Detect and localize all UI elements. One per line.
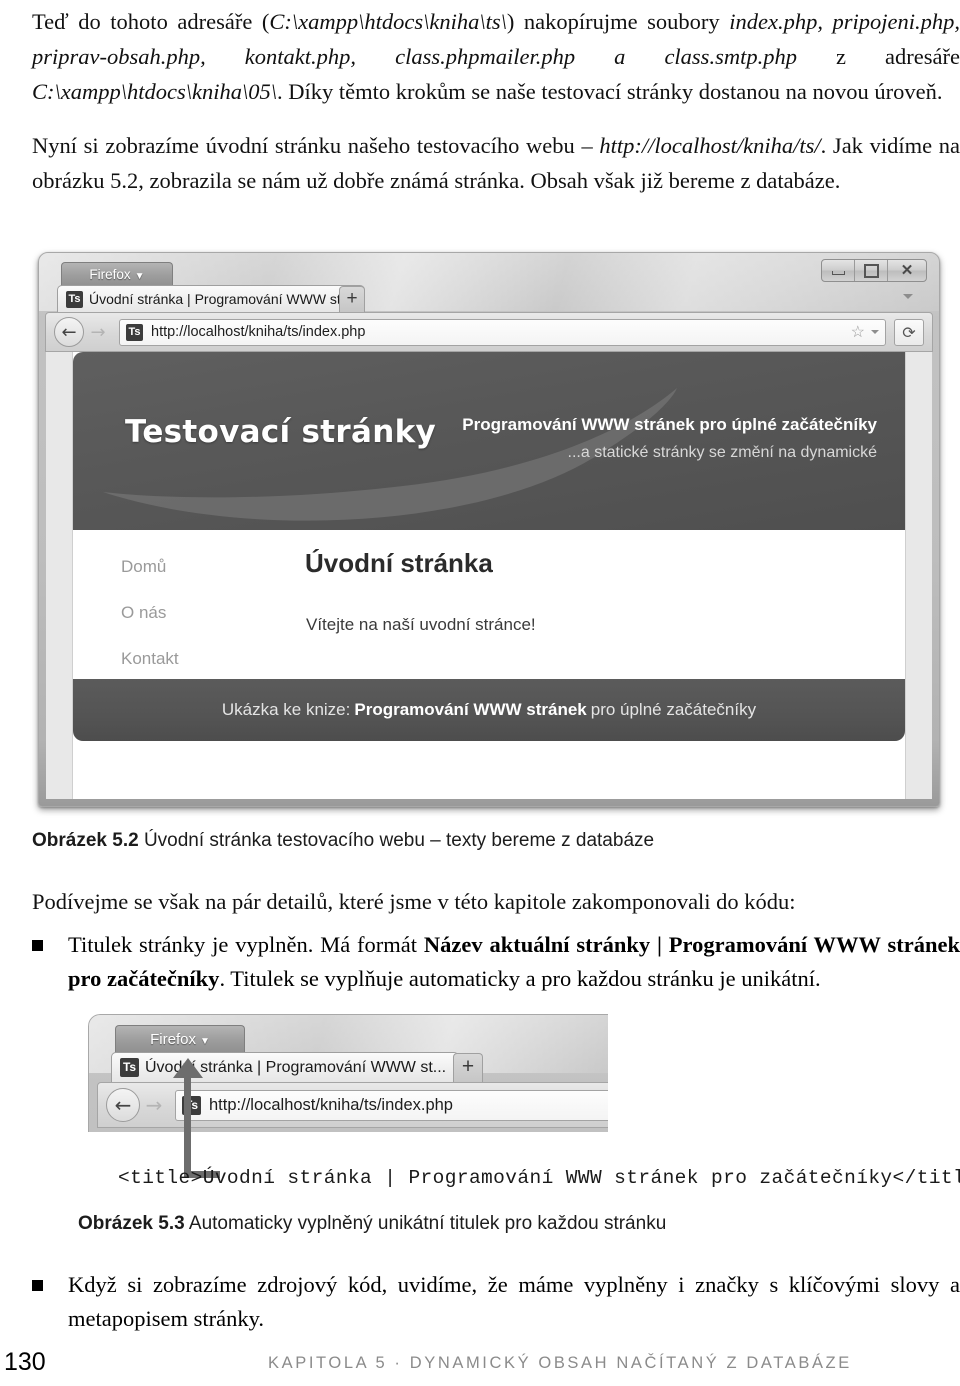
reload-button[interactable]: ⟳	[894, 318, 924, 346]
new-tab-button[interactable]: +	[453, 1053, 483, 1082]
address-bar-url: http://localhost/kniha/ts/index.php	[209, 1095, 453, 1114]
bullet-square-icon	[32, 1280, 43, 1291]
back-button[interactable]: ←	[54, 317, 84, 347]
browser-window-cropped: Firefox ▼ Ts Úvodní stránka | Programován…	[88, 1014, 608, 1132]
browser-viewport: Testovací stránky Programování WWW strán…	[46, 352, 932, 799]
paragraph-intro: Teď do tohoto adresáře (C:\xampp\htdocs\…	[32, 4, 960, 109]
reload-icon: ⟳	[902, 322, 916, 342]
firefox-app-menu-button[interactable]: Firefox ▼	[61, 262, 173, 287]
para1-text-c: z adresáře	[796, 44, 960, 69]
address-bar-url: http://localhost/kniha/ts/index.php	[151, 324, 366, 340]
site-navigation: Domů O nás Kontakt	[121, 557, 179, 669]
plus-icon: +	[346, 288, 358, 309]
browser-tab[interactable]: Ts Úvodní stránka | Programování WWW st.…	[111, 1052, 460, 1082]
site-tagline-primary: Programování WWW stránek pro úplné začát…	[462, 415, 877, 434]
browser-tab[interactable]: Ts Úvodní stránka | Programování WWW st.…	[57, 285, 366, 312]
footer-text-bold: Programování WWW stránek	[354, 700, 587, 719]
figure-5-2-caption-label: Obrázek 5.2	[32, 830, 139, 851]
site-title: Testovací stránky	[125, 414, 437, 450]
list-item: Titulek stránky je vyplněn. Má formát Ná…	[32, 928, 960, 996]
plus-icon: +	[461, 1055, 475, 1078]
new-tab-button[interactable]: +	[339, 286, 365, 312]
navigation-toolbar: ← → Ts http://localhost/kniha/ts/index.p…	[97, 1082, 608, 1128]
tab-list-chevron-icon[interactable]	[903, 294, 913, 299]
para1-text-d: . Díky těmto krokům se naše testovací st…	[276, 79, 943, 104]
bullet-2-text: Když si zobrazíme zdrojový kód, uvidíme,…	[68, 1272, 960, 1331]
para3-text: Podívejme se však na pár detailů, které …	[32, 889, 796, 914]
figure-5-3-caption-label: Obrázek 5.3	[78, 1213, 185, 1234]
para2-url: http://localhost/kniha/ts/	[599, 133, 821, 158]
content-heading: Úvodní stránka	[305, 548, 493, 578]
maximize-icon	[863, 263, 879, 278]
minimize-button[interactable]	[822, 260, 855, 281]
favicon-icon: Ts	[66, 290, 83, 308]
figure-5-2-caption-text: Úvodní stránka testovacího webu – texty …	[143, 830, 655, 851]
arrow-left-icon: ←	[61, 321, 77, 343]
callout-arrow-head-icon	[173, 1058, 203, 1078]
para1-text-b: ) nakopírujme soubory	[506, 9, 730, 34]
arrow-right-icon: →	[90, 321, 106, 343]
forward-button[interactable]: →	[85, 317, 111, 347]
bullet-1-text-a: Titulek stránky je vyplněn. Má formát	[68, 932, 424, 957]
firefox-app-menu-label: Firefox	[89, 267, 131, 282]
figure-5-3-caption-text: Automaticky vyplněný unikátní titulek pr…	[188, 1213, 667, 1234]
nav-item-contact[interactable]: Kontakt	[121, 649, 179, 669]
page-number: 130	[4, 1348, 46, 1376]
close-icon: ✕	[900, 262, 914, 279]
running-head: KAPITOLA 5 · DYNAMICKÝ OBSAH NAČÍTANÝ Z …	[268, 1354, 852, 1372]
site-footer: Ukázka ke knize: Programování WWW stráne…	[73, 679, 905, 741]
bookmark-star-icon[interactable]: ☆	[851, 322, 865, 342]
address-bar[interactable]: Ts http://localhost/kniha/ts/index.php ☆	[119, 318, 886, 346]
forward-button[interactable]: →	[141, 1090, 167, 1120]
minimize-icon	[831, 271, 845, 275]
address-bar[interactable]: Ts http://localhost/kniha/ts/index.php	[175, 1089, 608, 1121]
document-page: Teď do tohoto adresáře (C:\xampp\htdocs\…	[0, 0, 960, 1386]
navigation-toolbar: ← → Ts http://localhost/kniha/ts/index.p…	[45, 312, 933, 352]
browser-window-frame: Firefox ▼ Ts Úvodní stránka | Programován…	[88, 1014, 608, 1132]
paragraph-details-intro: Podívejme se však na pár detailů, které …	[32, 884, 960, 919]
browser-window: Firefox ▼ ✕ Ts Úvodní stránka | Programov…	[38, 252, 940, 807]
maximize-button[interactable]	[855, 260, 888, 281]
window-controls: ✕	[821, 259, 927, 282]
chevron-down-icon: ▼	[199, 1036, 210, 1047]
paragraph-preview: Nyní si zobrazíme úvodní stránku našeho …	[32, 128, 960, 198]
favicon-icon: Ts	[120, 1058, 139, 1077]
figure-5-2: Firefox ▼ ✕ Ts Úvodní stránka | Programov…	[38, 252, 940, 807]
footer-text-post: pro úplné začátečníky	[590, 700, 757, 719]
callout-arrow-stem	[184, 1078, 191, 1178]
para1-text-a: Teď do tohoto adresáře (	[32, 9, 270, 34]
site-banner: Testovací stránky Programování WWW strán…	[73, 352, 905, 530]
nav-item-about[interactable]: O nás	[121, 603, 179, 623]
browser-tab-title: Úvodní stránka | Programování WWW st...	[89, 291, 353, 307]
site-tagline-secondary: ...a statické stránky se změní na dynami…	[567, 444, 877, 461]
bullet-1-text-b: . Titulek se vyplňuje automaticky a pro …	[219, 966, 821, 991]
chevron-down-icon: ▼	[134, 271, 145, 282]
para2-text-a: Nyní si zobrazíme úvodní stránku našeho …	[32, 133, 600, 158]
footer-text-pre: Ukázka ke knize:	[221, 700, 351, 719]
para1-path-source: C:\xampp\htdocs\kniha\ts\	[269, 9, 507, 34]
arrow-right-icon: →	[145, 1093, 163, 1117]
list-item: Když si zobrazíme zdrojový kód, uvidíme,…	[32, 1268, 960, 1336]
back-button[interactable]: ←	[106, 1088, 140, 1122]
firefox-app-menu-button[interactable]: Firefox ▼	[115, 1025, 245, 1053]
bookmark-chevron-down-icon[interactable]	[871, 330, 879, 334]
bullet-1-text: Titulek stránky je vyplněn. Má formát Ná…	[68, 928, 960, 996]
figure-5-3-caption: Obrázek 5.3 Automaticky vyplněný unikátn…	[78, 1213, 666, 1235]
website-container: Testovací stránky Programování WWW strán…	[72, 352, 906, 799]
bullet-square-icon	[32, 940, 43, 951]
arrow-left-icon: ←	[114, 1093, 132, 1117]
site-identity-icon: Ts	[126, 323, 143, 341]
nav-item-home[interactable]: Domů	[121, 557, 179, 577]
firefox-app-menu-label: Firefox	[150, 1031, 196, 1048]
code-snippet-title-tag: <title>Úvodní stránka | Programování WWW…	[118, 1167, 960, 1189]
close-button[interactable]: ✕	[888, 260, 926, 281]
content-paragraph: Vítejte na naší uvodní stránce!	[306, 615, 536, 634]
figure-5-2-caption: Obrázek 5.2 Úvodní stránka testovacího w…	[32, 830, 654, 852]
para1-path-target: C:\xampp\htdocs\kniha\05\	[32, 79, 277, 104]
